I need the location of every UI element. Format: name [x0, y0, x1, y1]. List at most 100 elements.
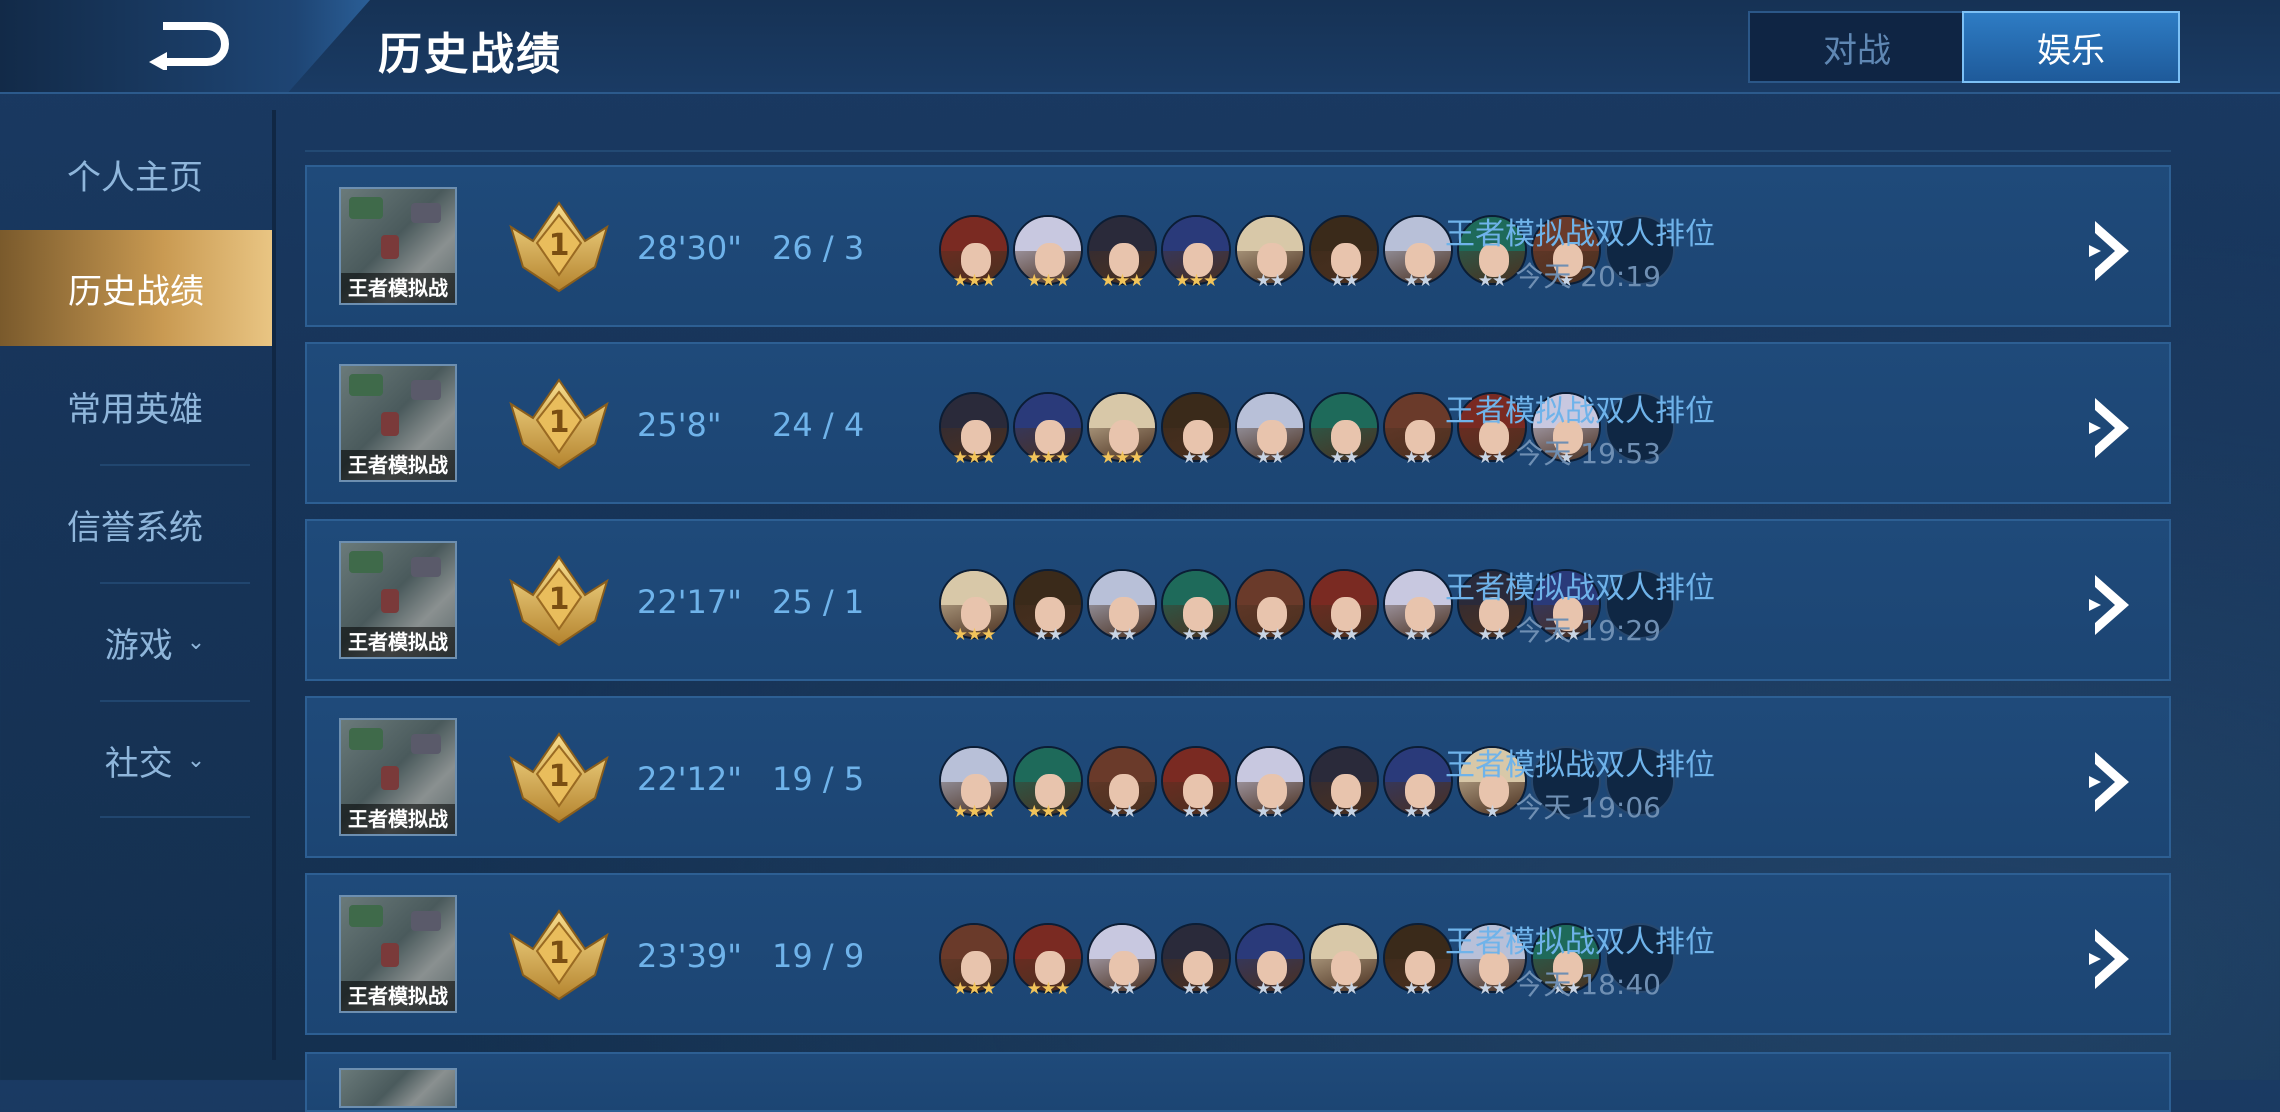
map-tile: [411, 734, 441, 754]
hero-star-rating: ★★: [1255, 802, 1285, 822]
gold-rank-badge-icon: 1: [509, 909, 609, 1001]
detail-arrow-button[interactable]: [2087, 392, 2137, 468]
hero-star-rating: ★★★: [1100, 271, 1145, 291]
map-tile: [411, 557, 441, 577]
rank-number: 1: [549, 582, 570, 617]
match-thumbnail: 王者模拟战: [339, 541, 457, 659]
mode-thumbnail-label: 王者模拟战: [341, 981, 455, 1011]
kill-death: 19 / 5: [772, 760, 865, 798]
map-tile: [411, 380, 441, 400]
chevron-right-icon: [2089, 929, 2129, 989]
gold-rank-badge-icon: 1: [509, 378, 609, 470]
sidebar-item-social[interactable]: 社交 ⌄: [0, 702, 270, 818]
map-piece: [381, 943, 399, 967]
match-mode: 王者模拟战双人排位: [1445, 571, 1715, 606]
map-tile: [349, 197, 383, 219]
rank-number: 1: [549, 228, 570, 263]
sidebar-item-profile[interactable]: 个人主页: [0, 116, 270, 232]
map-tile: [349, 374, 383, 396]
map-tile: [411, 911, 441, 931]
hero-star-rating: ★★: [1255, 448, 1285, 468]
rank-badge: 1: [507, 374, 611, 476]
hero-star-rating: ★★: [1033, 625, 1063, 645]
hero-star-rating: ★★★: [952, 802, 997, 822]
match-duration: 28'30": [637, 229, 742, 267]
sidebar-item-label: 游戏: [104, 625, 173, 666]
map-tile: [349, 728, 383, 750]
detail-arrow-button[interactable]: [2087, 215, 2137, 291]
back-arrow-icon: [149, 22, 229, 70]
sidebar-item-label: 社交: [104, 743, 173, 784]
hero-star-rating: ★★: [1255, 979, 1285, 999]
chevron-right-icon: [2089, 752, 2129, 812]
match-time: 今天 19:29: [1515, 614, 1661, 647]
kill-death: 25 / 1: [772, 583, 865, 621]
rank-badge: 1: [507, 728, 611, 830]
sidebar-item-game[interactable]: 游戏 ⌄: [0, 584, 270, 700]
kill-death: 24 / 4: [772, 406, 865, 444]
sidebar: 个人主页 历史战绩 常用英雄 信誉系统 游戏 ⌄ 社交 ⌄: [0, 94, 272, 1080]
hero-star-rating: ★★: [1107, 979, 1137, 999]
sidebar-item-label: 个人主页: [67, 157, 203, 198]
match-time: 今天 18:40: [1515, 968, 1661, 1001]
chevron-right-icon: [2089, 221, 2129, 281]
sidebar-item-credit[interactable]: 信誉系统: [0, 466, 270, 582]
hero-star-rating: ★★★: [1100, 448, 1145, 468]
hero-star-rating: ★★★: [1026, 448, 1071, 468]
chevron-right-icon: [2089, 575, 2129, 635]
match-thumbnail: 王者模拟战: [339, 895, 457, 1013]
match-record[interactable]: 王者模拟战 1 22'17" 25 / 1 ★★★ ★★ ★★ ★★ ★★ ★★…: [305, 519, 2171, 681]
kill-death: 19 / 9: [772, 937, 865, 975]
match-duration: 25'8": [637, 406, 722, 444]
sidebar-scroll-track: [272, 110, 276, 1060]
detail-arrow-button[interactable]: [2087, 569, 2137, 645]
sidebar-item-label: 常用英雄: [67, 389, 203, 430]
rank-number: 1: [549, 759, 570, 794]
tab-battle[interactable]: 对战: [1750, 13, 1964, 81]
detail-arrow-button[interactable]: [2087, 923, 2137, 999]
rank-number: 1: [549, 405, 570, 440]
hero-star-rating: ★★: [1107, 802, 1137, 822]
match-mode: 王者模拟战双人排位: [1445, 394, 1715, 429]
hero-star-rating: ★★: [1181, 802, 1211, 822]
hero-star-rating: ★★: [1181, 625, 1211, 645]
map-piece: [381, 766, 399, 790]
gold-rank-badge-icon: 1: [509, 201, 609, 293]
detail-arrow-button[interactable]: [2087, 746, 2137, 822]
hero-star-rating: ★★★: [952, 625, 997, 645]
sidebar-item-label: 信誉系统: [67, 507, 203, 548]
chevron-down-icon: ⌄: [186, 747, 206, 773]
match-record[interactable]: 王者模拟战 1 25'8" 24 / 4 ★★★ ★★★ ★★★ ★★ ★★ ★…: [305, 342, 2171, 504]
tab-entertainment[interactable]: 娱乐: [1962, 11, 2180, 83]
match-record-partial[interactable]: [305, 1052, 2171, 1112]
hero-star-rating: ★★★: [1026, 979, 1071, 999]
hero-star-rating: ★★★: [1026, 802, 1071, 822]
match-time: 今天 20:19: [1515, 260, 1661, 293]
rank-badge: 1: [507, 551, 611, 653]
hero-star-rating: ★★★: [952, 271, 997, 291]
match-mode: 王者模拟战双人排位: [1445, 217, 1715, 252]
match-duration: 22'12": [637, 760, 742, 798]
rank-badge: 1: [507, 905, 611, 1007]
match-record[interactable]: 王者模拟战 1 28'30" 26 / 3 ★★★ ★★★ ★★★ ★★★ ★★…: [305, 165, 2171, 327]
sidebar-divider: [100, 816, 250, 818]
match-thumbnail: [339, 1068, 457, 1108]
sidebar-item-history[interactable]: 历史战绩: [0, 230, 272, 346]
gold-rank-badge-icon: 1: [509, 555, 609, 647]
chevron-down-icon: ⌄: [186, 629, 206, 655]
match-record[interactable]: 王者模拟战 1 22'12" 19 / 5 ★★★ ★★★ ★★ ★★ ★★ ★…: [305, 696, 2171, 858]
list-top-divider: [305, 150, 2171, 152]
hero-star-rating: ★★: [1255, 625, 1285, 645]
match-time: 今天 19:06: [1515, 791, 1661, 824]
hero-star-rating: ★★: [1181, 979, 1211, 999]
mode-toggle: 对战 娱乐: [1748, 11, 2180, 83]
hero-star-rating: ★★★: [1026, 271, 1071, 291]
top-bar: 历史战绩 对战 娱乐: [0, 0, 2280, 94]
match-duration: 22'17": [637, 583, 742, 621]
mode-thumbnail-label: 王者模拟战: [341, 273, 455, 303]
match-record[interactable]: 王者模拟战 1 23'39" 19 / 9 ★★★ ★★★ ★★ ★★ ★★ ★…: [305, 873, 2171, 1035]
gold-rank-badge-icon: 1: [509, 732, 609, 824]
sidebar-item-heroes[interactable]: 常用英雄: [0, 348, 270, 464]
back-button[interactable]: [0, 0, 370, 92]
match-thumbnail: 王者模拟战: [339, 718, 457, 836]
